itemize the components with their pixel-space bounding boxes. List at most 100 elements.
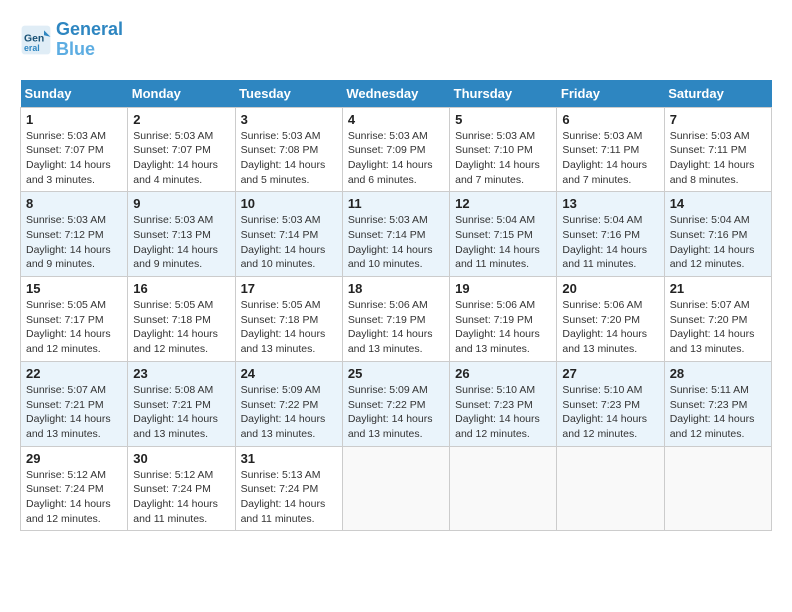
calendar-day-cell: 27 Sunrise: 5:10 AM Sunset: 7:23 PM Dayl… — [557, 361, 664, 446]
day-number: 3 — [241, 112, 337, 127]
day-info: Sunrise: 5:11 AM Sunset: 7:23 PM Dayligh… — [670, 383, 766, 442]
calendar-day-cell: 11 Sunrise: 5:03 AM Sunset: 7:14 PM Dayl… — [342, 192, 449, 277]
calendar-day-cell: 2 Sunrise: 5:03 AM Sunset: 7:07 PM Dayli… — [128, 107, 235, 192]
day-info: Sunrise: 5:03 AM Sunset: 7:12 PM Dayligh… — [26, 213, 122, 272]
calendar-day-cell: 10 Sunrise: 5:03 AM Sunset: 7:14 PM Dayl… — [235, 192, 342, 277]
day-info: Sunrise: 5:13 AM Sunset: 7:24 PM Dayligh… — [241, 468, 337, 527]
day-info: Sunrise: 5:10 AM Sunset: 7:23 PM Dayligh… — [562, 383, 658, 442]
day-info: Sunrise: 5:12 AM Sunset: 7:24 PM Dayligh… — [26, 468, 122, 527]
day-info: Sunrise: 5:03 AM Sunset: 7:07 PM Dayligh… — [26, 129, 122, 188]
calendar-day-cell: 4 Sunrise: 5:03 AM Sunset: 7:09 PM Dayli… — [342, 107, 449, 192]
calendar-day-cell — [664, 446, 771, 531]
day-info: Sunrise: 5:03 AM Sunset: 7:08 PM Dayligh… — [241, 129, 337, 188]
weekday-header-cell: Wednesday — [342, 80, 449, 108]
weekday-header-cell: Saturday — [664, 80, 771, 108]
calendar-day-cell: 28 Sunrise: 5:11 AM Sunset: 7:23 PM Dayl… — [664, 361, 771, 446]
calendar-week-row: 1 Sunrise: 5:03 AM Sunset: 7:07 PM Dayli… — [21, 107, 772, 192]
day-number: 15 — [26, 281, 122, 296]
day-info: Sunrise: 5:08 AM Sunset: 7:21 PM Dayligh… — [133, 383, 229, 442]
day-info: Sunrise: 5:06 AM Sunset: 7:20 PM Dayligh… — [562, 298, 658, 357]
day-info: Sunrise: 5:04 AM Sunset: 7:16 PM Dayligh… — [670, 213, 766, 272]
day-number: 28 — [670, 366, 766, 381]
day-number: 31 — [241, 451, 337, 466]
weekday-header-cell: Sunday — [21, 80, 128, 108]
calendar-day-cell: 26 Sunrise: 5:10 AM Sunset: 7:23 PM Dayl… — [450, 361, 557, 446]
day-number: 1 — [26, 112, 122, 127]
calendar-table: SundayMondayTuesdayWednesdayThursdayFrid… — [20, 80, 772, 532]
day-number: 17 — [241, 281, 337, 296]
day-info: Sunrise: 5:03 AM Sunset: 7:11 PM Dayligh… — [562, 129, 658, 188]
day-number: 4 — [348, 112, 444, 127]
day-info: Sunrise: 5:07 AM Sunset: 7:20 PM Dayligh… — [670, 298, 766, 357]
weekday-header-cell: Thursday — [450, 80, 557, 108]
day-number: 30 — [133, 451, 229, 466]
calendar-week-row: 29 Sunrise: 5:12 AM Sunset: 7:24 PM Dayl… — [21, 446, 772, 531]
calendar-day-cell: 12 Sunrise: 5:04 AM Sunset: 7:15 PM Dayl… — [450, 192, 557, 277]
day-number: 16 — [133, 281, 229, 296]
calendar-day-cell: 31 Sunrise: 5:13 AM Sunset: 7:24 PM Dayl… — [235, 446, 342, 531]
weekday-header-cell: Monday — [128, 80, 235, 108]
day-number: 27 — [562, 366, 658, 381]
day-number: 26 — [455, 366, 551, 381]
calendar-day-cell: 14 Sunrise: 5:04 AM Sunset: 7:16 PM Dayl… — [664, 192, 771, 277]
calendar-day-cell: 15 Sunrise: 5:05 AM Sunset: 7:17 PM Dayl… — [21, 277, 128, 362]
day-number: 2 — [133, 112, 229, 127]
day-number: 10 — [241, 196, 337, 211]
day-number: 25 — [348, 366, 444, 381]
calendar-day-cell: 13 Sunrise: 5:04 AM Sunset: 7:16 PM Dayl… — [557, 192, 664, 277]
day-info: Sunrise: 5:04 AM Sunset: 7:15 PM Dayligh… — [455, 213, 551, 272]
day-info: Sunrise: 5:03 AM Sunset: 7:09 PM Dayligh… — [348, 129, 444, 188]
calendar-day-cell: 30 Sunrise: 5:12 AM Sunset: 7:24 PM Dayl… — [128, 446, 235, 531]
calendar-day-cell: 25 Sunrise: 5:09 AM Sunset: 7:22 PM Dayl… — [342, 361, 449, 446]
day-info: Sunrise: 5:06 AM Sunset: 7:19 PM Dayligh… — [455, 298, 551, 357]
calendar-day-cell: 24 Sunrise: 5:09 AM Sunset: 7:22 PM Dayl… — [235, 361, 342, 446]
logo: Gen eral GeneralBlue — [20, 20, 123, 60]
day-number: 20 — [562, 281, 658, 296]
weekday-header-cell: Friday — [557, 80, 664, 108]
calendar-day-cell: 9 Sunrise: 5:03 AM Sunset: 7:13 PM Dayli… — [128, 192, 235, 277]
svg-text:eral: eral — [24, 43, 40, 53]
calendar-day-cell: 1 Sunrise: 5:03 AM Sunset: 7:07 PM Dayli… — [21, 107, 128, 192]
day-number: 9 — [133, 196, 229, 211]
day-info: Sunrise: 5:04 AM Sunset: 7:16 PM Dayligh… — [562, 213, 658, 272]
day-number: 14 — [670, 196, 766, 211]
day-info: Sunrise: 5:10 AM Sunset: 7:23 PM Dayligh… — [455, 383, 551, 442]
day-number: 6 — [562, 112, 658, 127]
day-info: Sunrise: 5:03 AM Sunset: 7:10 PM Dayligh… — [455, 129, 551, 188]
calendar-day-cell: 5 Sunrise: 5:03 AM Sunset: 7:10 PM Dayli… — [450, 107, 557, 192]
day-info: Sunrise: 5:07 AM Sunset: 7:21 PM Dayligh… — [26, 383, 122, 442]
day-number: 18 — [348, 281, 444, 296]
calendar-day-cell: 16 Sunrise: 5:05 AM Sunset: 7:18 PM Dayl… — [128, 277, 235, 362]
day-info: Sunrise: 5:12 AM Sunset: 7:24 PM Dayligh… — [133, 468, 229, 527]
calendar-day-cell — [342, 446, 449, 531]
day-info: Sunrise: 5:05 AM Sunset: 7:18 PM Dayligh… — [241, 298, 337, 357]
calendar-week-row: 8 Sunrise: 5:03 AM Sunset: 7:12 PM Dayli… — [21, 192, 772, 277]
day-number: 22 — [26, 366, 122, 381]
calendar-day-cell: 19 Sunrise: 5:06 AM Sunset: 7:19 PM Dayl… — [450, 277, 557, 362]
day-number: 7 — [670, 112, 766, 127]
day-info: Sunrise: 5:03 AM Sunset: 7:13 PM Dayligh… — [133, 213, 229, 272]
day-number: 12 — [455, 196, 551, 211]
day-info: Sunrise: 5:03 AM Sunset: 7:07 PM Dayligh… — [133, 129, 229, 188]
day-number: 13 — [562, 196, 658, 211]
day-number: 19 — [455, 281, 551, 296]
calendar-day-cell: 20 Sunrise: 5:06 AM Sunset: 7:20 PM Dayl… — [557, 277, 664, 362]
calendar-day-cell: 3 Sunrise: 5:03 AM Sunset: 7:08 PM Dayli… — [235, 107, 342, 192]
calendar-day-cell: 7 Sunrise: 5:03 AM Sunset: 7:11 PM Dayli… — [664, 107, 771, 192]
day-info: Sunrise: 5:09 AM Sunset: 7:22 PM Dayligh… — [241, 383, 337, 442]
day-number: 21 — [670, 281, 766, 296]
calendar-day-cell: 8 Sunrise: 5:03 AM Sunset: 7:12 PM Dayli… — [21, 192, 128, 277]
calendar-day-cell: 21 Sunrise: 5:07 AM Sunset: 7:20 PM Dayl… — [664, 277, 771, 362]
calendar-day-cell: 22 Sunrise: 5:07 AM Sunset: 7:21 PM Dayl… — [21, 361, 128, 446]
calendar-day-cell: 29 Sunrise: 5:12 AM Sunset: 7:24 PM Dayl… — [21, 446, 128, 531]
calendar-day-cell: 18 Sunrise: 5:06 AM Sunset: 7:19 PM Dayl… — [342, 277, 449, 362]
day-number: 24 — [241, 366, 337, 381]
day-number: 8 — [26, 196, 122, 211]
calendar-day-cell — [450, 446, 557, 531]
logo-icon: Gen eral — [20, 24, 52, 56]
day-info: Sunrise: 5:09 AM Sunset: 7:22 PM Dayligh… — [348, 383, 444, 442]
day-info: Sunrise: 5:03 AM Sunset: 7:11 PM Dayligh… — [670, 129, 766, 188]
weekday-header: SundayMondayTuesdayWednesdayThursdayFrid… — [21, 80, 772, 108]
day-number: 11 — [348, 196, 444, 211]
day-info: Sunrise: 5:05 AM Sunset: 7:17 PM Dayligh… — [26, 298, 122, 357]
